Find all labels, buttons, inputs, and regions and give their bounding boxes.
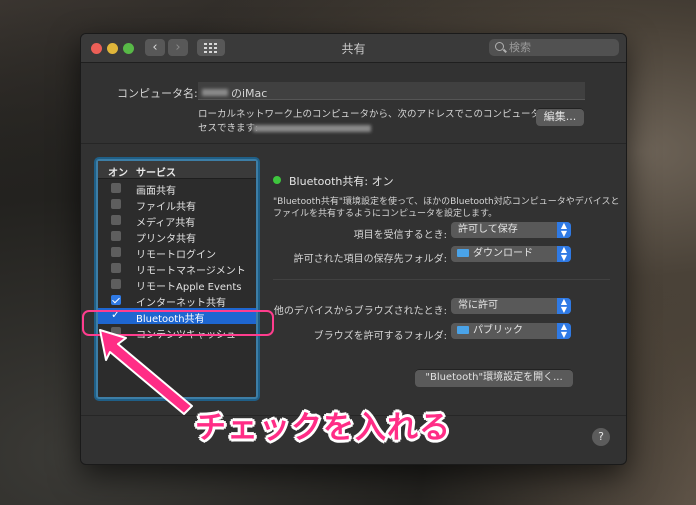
service-checkbox[interactable] xyxy=(111,183,121,193)
search-field[interactable]: 検索 xyxy=(489,39,619,56)
browse-folder-value: パブリック xyxy=(473,325,523,336)
service-checkbox[interactable] xyxy=(111,247,121,257)
chevron-updown-icon: ▲ ▼ xyxy=(557,323,571,339)
chevron-updown-icon: ▲ ▼ xyxy=(557,222,571,238)
service-status: Bluetooth共有: オン xyxy=(289,175,394,188)
column-header-on: オン xyxy=(108,168,128,179)
service-checkbox[interactable] xyxy=(111,263,121,273)
browse-permission-value: 常に許可 xyxy=(458,300,498,311)
chevron-updown-icon: ▲ ▼ xyxy=(557,298,571,314)
service-row-remote-apple-events[interactable]: リモートApple Events xyxy=(98,276,256,293)
open-bluetooth-prefs-button[interactable]: "Bluetooth"環境設定を開く... xyxy=(415,369,573,387)
service-label: リモートApple Events xyxy=(136,282,242,293)
save-folder-value: ダウンロード xyxy=(473,248,533,259)
section-divider xyxy=(273,279,610,280)
browse-permission-label: 他のデバイスからブラウズされたとき: xyxy=(273,306,447,317)
service-row-remote-management[interactable]: リモートマネージメント xyxy=(98,260,256,277)
edit-button[interactable]: 編集... xyxy=(536,108,584,126)
service-row-screen-sharing[interactable]: 画面共有 xyxy=(98,180,256,197)
search-icon xyxy=(495,42,504,51)
receive-items-value: 許可して保存 xyxy=(458,224,518,235)
address-description-line1: ローカルネットワーク上のコンピュータから、次のアドレスでこのコンピュータにアク xyxy=(198,109,569,120)
service-row-media-sharing[interactable]: メディア共有 xyxy=(98,212,256,229)
save-folder-popup[interactable]: ダウンロード ▲ ▼ xyxy=(451,246,571,262)
computer-name-suffix: のiMac xyxy=(231,87,268,100)
help-button[interactable]: ? xyxy=(592,428,610,446)
status-on-icon xyxy=(273,176,281,184)
receive-items-popup[interactable]: 許可して保存 ▲ ▼ xyxy=(451,222,571,238)
save-folder-label: 許可された項目の保存先フォルダ: xyxy=(293,254,447,265)
service-row-internet-sharing[interactable]: インターネット共有 xyxy=(98,292,256,309)
redacted-name xyxy=(202,89,228,96)
column-header-service: サービス xyxy=(136,168,176,179)
receive-items-label: 項目を受信するとき: xyxy=(353,230,447,241)
service-row-file-sharing[interactable]: ファイル共有 xyxy=(98,196,256,213)
computer-name-label: コンピュータ名: xyxy=(117,87,198,100)
browse-permission-popup[interactable]: 常に許可 ▲ ▼ xyxy=(451,298,571,314)
service-checkbox[interactable] xyxy=(111,231,121,241)
browse-folder-label: ブラウズを許可するフォルダ: xyxy=(313,331,447,342)
folder-icon xyxy=(457,326,469,334)
service-label: プリンタ共有 xyxy=(136,234,196,245)
folder-icon xyxy=(457,249,469,257)
chevron-updown-icon: ▲ ▼ xyxy=(557,246,571,262)
service-row-remote-login[interactable]: リモートログイン xyxy=(98,244,256,261)
service-label: 画面共有 xyxy=(136,186,176,197)
search-placeholder: 検索 xyxy=(509,41,531,54)
services-list-header: オン サービス xyxy=(98,161,256,179)
redacted-address xyxy=(253,125,371,132)
service-label: インターネット共有 xyxy=(136,298,226,309)
title-bar: ‹ › 共有 検索 xyxy=(81,34,626,63)
service-description-line2: ファイルを共有するようにコンピュータを設定します。 xyxy=(273,209,498,219)
annotation-arrow-icon xyxy=(99,329,193,415)
service-checkbox[interactable] xyxy=(111,215,121,225)
service-label: メディア共有 xyxy=(136,218,196,229)
service-label: ファイル共有 xyxy=(136,202,196,213)
service-checkbox[interactable] xyxy=(111,199,121,209)
service-checkbox[interactable] xyxy=(111,279,121,289)
service-row-printer-sharing[interactable]: プリンタ共有 xyxy=(98,228,256,245)
computer-name-field[interactable]: のiMac xyxy=(198,82,585,100)
annotation-text: チェックを入れる xyxy=(195,410,451,446)
service-label: リモートマネージメント xyxy=(136,266,246,277)
service-checkbox-checked[interactable] xyxy=(111,295,121,305)
address-description-line2: セスできます: xyxy=(198,123,259,134)
service-label: リモートログイン xyxy=(136,250,216,261)
divider xyxy=(81,143,626,144)
browse-folder-popup[interactable]: パブリック ▲ ▼ xyxy=(451,323,571,339)
